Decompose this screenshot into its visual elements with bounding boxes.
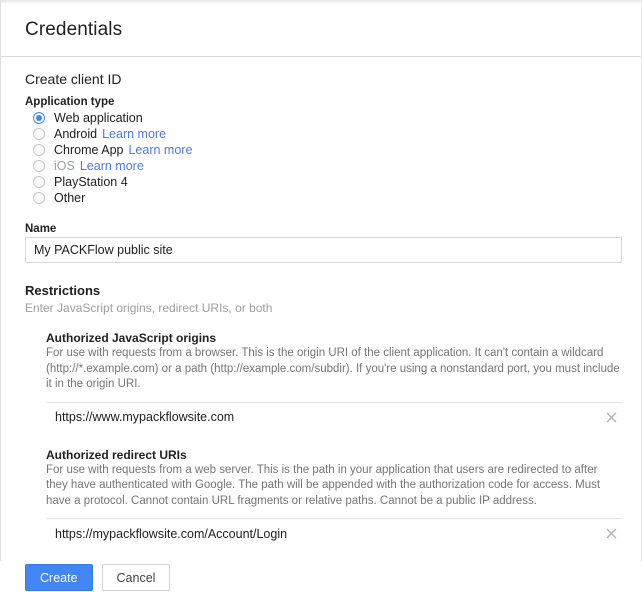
authorized-javascript-origins-description: For use with requests from a browser. Th… — [46, 347, 620, 390]
application-type-label: Application type — [25, 96, 115, 108]
cancel-button[interactable]: Cancel — [101, 564, 171, 591]
authorized-redirect-uris-title: Authorized redirect URIs — [46, 447, 187, 462]
radio-indicator-web-application[interactable] — [33, 112, 45, 124]
authorized-redirect-uris-input[interactable] — [46, 518, 602, 549]
learn-more-link-chrome-app[interactable]: Learn more — [128, 142, 192, 158]
radio-option-other[interactable]: Other — [25, 190, 621, 206]
name-label: Name — [25, 223, 57, 235]
credentials-page: Credentials Create client ID Application… — [0, 0, 642, 591]
radio-label-other: Other — [54, 191, 86, 205]
restrictions-title: Restrictions — [25, 283, 101, 298]
radio-label-chrome-app: Chrome App — [54, 143, 124, 157]
name-input[interactable] — [25, 237, 622, 263]
radio-indicator-chrome-app[interactable] — [33, 144, 45, 156]
radio-label-ios: iOS — [54, 159, 75, 173]
close-icon[interactable] — [602, 408, 620, 426]
authorized-redirect-uris-row — [46, 518, 622, 549]
learn-more-link-android[interactable]: Learn more — [102, 126, 166, 142]
radio-indicator-other[interactable] — [33, 192, 45, 204]
radio-option-android[interactable]: Android Learn more — [25, 126, 621, 142]
page-title: Credentials — [25, 18, 123, 40]
radio-option-playstation-4[interactable]: PlayStation 4 — [25, 174, 621, 190]
authorized-javascript-origins-title: Authorized JavaScript origins — [46, 331, 217, 345]
create-button[interactable]: Create — [25, 564, 93, 591]
radio-option-web-application[interactable]: Web application — [25, 110, 621, 126]
page-header: Credentials — [1, 3, 641, 57]
authorized-redirect-uris-description: For use with requests from a web server.… — [46, 463, 601, 507]
radio-label-web-application: Web application — [54, 111, 143, 125]
authorized-redirect-uris-group: Authorized redirect URIs For use with re… — [46, 447, 622, 549]
application-type-radio-group: Web application Android Learn more Chrom… — [25, 110, 621, 206]
authorized-javascript-origins-input[interactable] — [46, 402, 602, 432]
close-icon[interactable] — [602, 525, 620, 543]
radio-option-ios[interactable]: iOS Learn more — [25, 158, 621, 174]
form-content: Create client ID Application type Web ap… — [1, 57, 641, 591]
restrictions-subtitle: Enter JavaScript origins, redirect URIs,… — [25, 301, 273, 315]
restrictions-block: Restrictions Enter JavaScript origins, r… — [25, 283, 622, 549]
authorized-javascript-origins-group: Authorized JavaScript origins For use wi… — [46, 331, 622, 432]
radio-indicator-playstation-4[interactable] — [33, 176, 45, 188]
section-title: Create client ID — [25, 71, 122, 87]
name-field-block: Name — [25, 223, 622, 263]
radio-label-playstation-4: PlayStation 4 — [54, 175, 128, 189]
authorized-javascript-origins-row — [46, 401, 622, 432]
radio-indicator-ios[interactable] — [33, 160, 45, 172]
learn-more-link-ios[interactable]: Learn more — [80, 158, 144, 174]
radio-indicator-android[interactable] — [33, 128, 45, 140]
radio-label-android: Android — [54, 127, 98, 141]
form-actions: Create Cancel — [25, 564, 621, 591]
radio-option-chrome-app[interactable]: Chrome App Learn more — [25, 142, 621, 158]
